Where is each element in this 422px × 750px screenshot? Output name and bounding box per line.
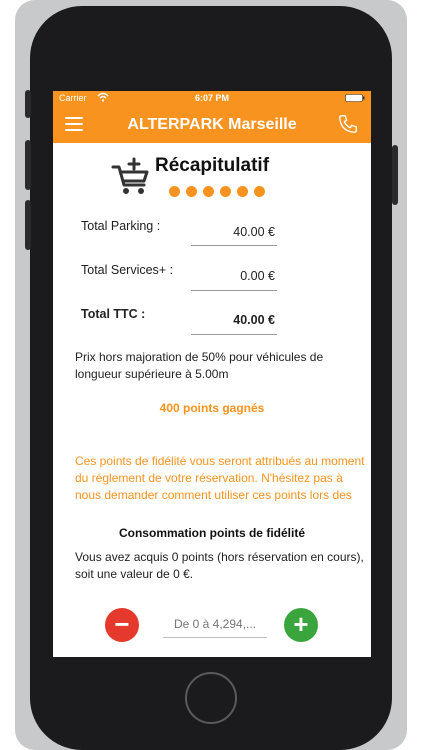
consumption-title: Consommation points de fidélité bbox=[118, 526, 305, 540]
surcharge-note: Prix hors majoration de 50% pour véhicul… bbox=[75, 350, 324, 381]
points-earned: 400 points gagnés bbox=[159, 401, 265, 415]
cart-add-icon bbox=[111, 157, 149, 194]
total-ttc-value: 40.00 € bbox=[233, 313, 275, 327]
page-title: Récapitulatif bbox=[155, 155, 270, 176]
nav-bar: ALTERPARK Marseille bbox=[53, 105, 371, 143]
fidelity-info: Ces points de fidélité vous seront attri… bbox=[75, 454, 365, 501]
points-input[interactable] bbox=[163, 611, 267, 638]
volume-down-button bbox=[25, 200, 31, 250]
nav-title: ALTERPARK Marseille bbox=[127, 116, 297, 133]
step-dot bbox=[169, 186, 180, 197]
status-time: 6:07 PM bbox=[194, 93, 229, 103]
app-screen: Carrier 6:07 PM ALTERPARK Marseille Réca… bbox=[53, 91, 371, 657]
page-heading: Récapitulatif bbox=[111, 153, 331, 197]
total-parking-label: Total Parking : bbox=[81, 219, 161, 233]
consumption-text: Vous avez acquis 0 points (hors réservat… bbox=[75, 550, 364, 581]
plus-icon: + bbox=[293, 609, 309, 639]
total-services-value: 0.00 € bbox=[240, 269, 275, 283]
divider bbox=[191, 290, 277, 291]
divider bbox=[191, 245, 277, 246]
increase-points-button[interactable]: + bbox=[284, 608, 318, 642]
mute-switch bbox=[25, 90, 31, 118]
step-dot bbox=[203, 186, 214, 197]
total-parking-value: 40.00 € bbox=[233, 225, 275, 239]
step-dot bbox=[237, 186, 248, 197]
minus-icon: − bbox=[114, 609, 130, 639]
home-button[interactable] bbox=[185, 672, 237, 724]
phone-icon[interactable] bbox=[337, 113, 359, 135]
status-bar: Carrier 6:07 PM bbox=[53, 91, 371, 105]
step-indicator bbox=[169, 184, 271, 202]
divider bbox=[191, 334, 277, 335]
volume-up-button bbox=[25, 140, 31, 190]
battery-icon bbox=[345, 94, 365, 102]
power-button bbox=[392, 145, 398, 205]
step-dot bbox=[254, 186, 265, 197]
step-dot bbox=[186, 186, 197, 197]
total-ttc-label: Total TTC : bbox=[81, 307, 146, 321]
step-dot bbox=[220, 186, 231, 197]
decrease-points-button[interactable]: − bbox=[105, 608, 139, 642]
total-services-label: Total Services+ : bbox=[81, 263, 174, 277]
